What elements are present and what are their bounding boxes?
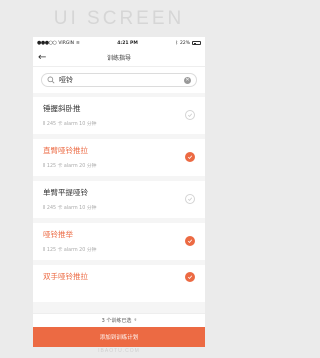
check-icon[interactable] [185,272,195,282]
search-icon [47,76,55,84]
status-time: 4:21 PM [117,40,138,46]
phone-screen: ●●●○○ VIRGIN ≋ 4:21 PM ᛒ 22% ← 训练指导 哑铃 ✕… [33,37,205,347]
watermark: IBAOTU.COM [98,348,140,354]
wifi-icon: ≋ [76,40,80,46]
exercise-list: 锤握斜卧推 Ⅱ 245 卡 alarm 10 分钟 直臂哑铃推拉 Ⅱ 125 卡… [33,97,205,302]
list-item[interactable]: 单臂平提哑铃 Ⅱ 245 卡 alarm 10 分钟 [33,181,205,218]
status-bar: ●●●○○ VIRGIN ≋ 4:21 PM ᛒ 22% [33,37,205,49]
signal-icon: ●●●○○ [37,40,57,46]
carrier-label: VIRGIN [58,40,75,46]
brand-heading: UI SCREEN [53,8,185,29]
back-arrow-icon[interactable]: ← [38,52,46,64]
exercise-name: 双手哑铃推拉 [43,272,88,281]
check-icon[interactable] [185,110,195,120]
check-icon[interactable] [185,152,195,162]
list-item[interactable]: 双手哑铃推拉 [33,265,205,302]
selected-count-bar: 3 个训练已选 ᵍ [33,313,205,327]
exercise-meta: Ⅱ 125 卡 alarm 20 分钟 [43,164,97,169]
exercise-meta: Ⅱ 245 卡 alarm 10 分钟 [43,122,97,127]
nav-bar: ← 训练指导 [33,49,205,67]
list-item[interactable]: 哑铃推举 Ⅱ 125 卡 alarm 20 分钟 [33,223,205,260]
check-icon[interactable] [185,236,195,246]
clear-icon[interactable]: ✕ [184,76,191,84]
exercise-name: 锤握斜卧推 [43,104,81,113]
exercise-meta: Ⅱ 245 卡 alarm 10 分钟 [43,206,97,211]
search-section: 哑铃 ✕ [33,67,205,93]
battery-percent: 22% [179,40,190,46]
list-item[interactable]: 锤握斜卧推 Ⅱ 245 卡 alarm 10 分钟 [33,97,205,134]
search-value: 哑铃 [59,76,73,84]
exercise-name: 哑铃推举 [43,230,73,239]
bluetooth-icon: ᛒ [175,41,178,46]
exercise-name: 直臂哑铃推拉 [43,146,88,155]
check-icon[interactable] [185,194,195,204]
chevron-down-icon[interactable]: ᵍ [134,318,136,324]
exercise-meta: Ⅱ 125 卡 alarm 20 分钟 [43,248,97,253]
exercise-name: 单臂平提哑铃 [43,188,88,197]
add-to-plan-button[interactable]: 添加到训练计划 [33,327,205,347]
page-title: 训练指导 [106,55,131,62]
list-item[interactable]: 直臂哑铃推拉 Ⅱ 125 卡 alarm 20 分钟 [33,139,205,176]
battery-icon [192,41,201,45]
search-input[interactable]: 哑铃 ✕ [41,73,197,87]
selected-count-text: 3 个训练已选 [101,318,132,324]
